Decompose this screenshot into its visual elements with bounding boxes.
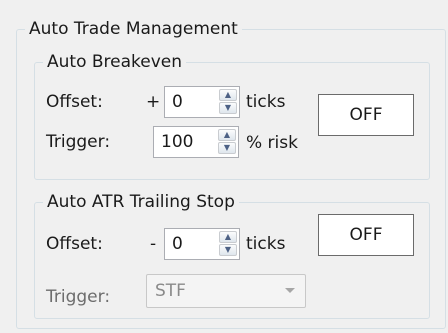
arrow-up-icon[interactable]: ▲ xyxy=(219,231,237,243)
atr-offset-sign: - xyxy=(150,234,157,254)
breakeven-trigger-label: Trigger: xyxy=(46,132,111,152)
breakeven-trigger-value[interactable]: 100 xyxy=(161,132,193,152)
atr-trigger-selected: STF xyxy=(155,281,186,301)
atr-offset-value[interactable]: 0 xyxy=(172,234,183,254)
auto-trade-management-title: Auto Trade Management xyxy=(29,19,238,39)
breakeven-offset-sign: + xyxy=(146,92,161,112)
atr-toggle-button[interactable]: OFF xyxy=(318,214,414,256)
breakeven-toggle-button[interactable]: OFF xyxy=(318,94,414,136)
breakeven-offset-label: Offset: xyxy=(46,92,103,112)
auto-atr-trailing-stop-title: Auto ATR Trailing Stop xyxy=(47,192,235,212)
atr-offset-stepper[interactable]: 0 ▲ ▼ xyxy=(164,228,240,260)
arrow-up-icon[interactable]: ▲ xyxy=(219,89,237,101)
arrow-down-icon[interactable]: ▼ xyxy=(219,102,237,114)
atr-offset-unit: ticks xyxy=(246,234,286,254)
chevron-down-icon[interactable] xyxy=(285,288,295,293)
breakeven-offset-unit: ticks xyxy=(246,92,286,112)
breakeven-trigger-unit: % risk xyxy=(246,133,298,153)
arrow-down-icon[interactable]: ▼ xyxy=(218,142,236,154)
arrow-down-icon[interactable]: ▼ xyxy=(219,244,237,256)
atr-trigger-label: Trigger: xyxy=(46,287,111,307)
atr-offset-label: Offset: xyxy=(46,234,103,254)
auto-trade-management-panel: Auto Trade Management Auto Breakeven Off… xyxy=(0,0,448,333)
arrow-up-icon[interactable]: ▲ xyxy=(218,129,236,141)
breakeven-offset-value[interactable]: 0 xyxy=(172,92,183,112)
auto-breakeven-title: Auto Breakeven xyxy=(47,52,183,72)
atr-trigger-dropdown[interactable]: STF xyxy=(146,274,306,308)
breakeven-trigger-stepper[interactable]: 100 ▲ ▼ xyxy=(153,126,239,158)
breakeven-offset-stepper[interactable]: 0 ▲ ▼ xyxy=(164,86,240,118)
